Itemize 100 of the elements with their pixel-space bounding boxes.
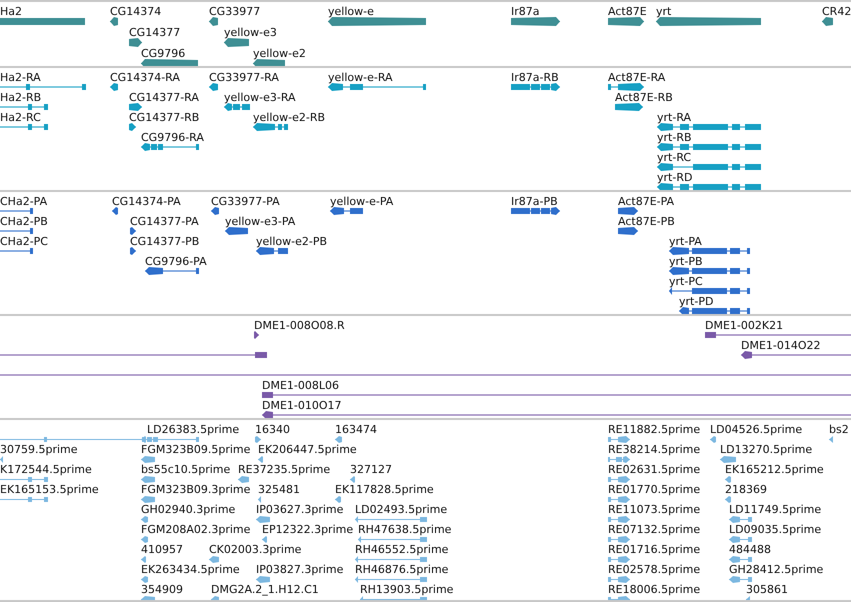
est-label: RE18006.5prime [608,583,700,596]
est-feature-drawing [0,476,48,482]
est-label: LD11749.5prime [729,503,822,516]
est-feature-drawing [335,496,341,502]
est-label: CK02003.3prime [209,543,302,556]
clone-label: DME1-008L06 [262,379,339,392]
est-feature-drawing [355,556,427,562]
gene-label: CG9796 [141,47,186,60]
protein-feature-drawing [130,227,136,235]
est-feature-drawing [335,436,342,442]
gene-label: yellow-e [328,5,374,18]
est-label: RE01716.5prime [608,543,700,556]
est-label: GH02940.3prime [141,503,236,516]
gene-label: yrt [656,5,672,18]
est-label: 354909 [141,583,183,596]
transcript-label: Act87E-RA [608,71,666,84]
protein-feature-drawing [679,307,750,314]
transcript-feature-drawing [253,123,288,131]
protein-feature-drawing [112,207,118,215]
est-feature-drawing [141,516,148,522]
est-label: 325481 [258,483,300,496]
gene-feature-drawing [141,58,198,66]
est-feature-drawing [608,556,630,562]
transcript-label: yrt-RA [657,111,692,124]
transcript-feature-drawing [511,83,560,91]
est-label: EK263434.5prime [141,563,240,576]
transcript-label: Ha2-RA [0,71,41,84]
est-label: K172544.5prime [0,463,92,476]
transcript-label: yrt-RB [657,131,692,144]
est-feature-drawing [608,496,630,502]
gene-feature-drawing [224,38,249,46]
transcript-label: yellow-e3-RA [224,91,296,104]
est-label: EK206447.5prime [258,443,357,456]
est-label: GH28412.5prime [729,563,824,576]
transcript-feature-drawing [129,103,142,111]
est-label: RE02578.5prime [608,563,700,576]
protein-feature-drawing [0,247,33,255]
est-label: EP12322.3prime [262,523,354,536]
est-label: RH46876.5prime [355,563,448,576]
est-label: RE02631.5prime [608,463,700,476]
gene-label: Act87E [608,5,647,18]
est-feature-drawing [141,576,148,582]
protein-label: CG33977-PA [211,195,280,208]
est-feature-drawing [608,476,630,482]
est-feature-drawing [238,476,249,482]
est-feature-drawing [725,476,731,482]
protein-label: Act87E-PA [618,195,674,208]
protein-feature-drawing [511,207,560,215]
est-label: RE01770.5prime [608,483,700,496]
est-feature-drawing [350,476,355,482]
protein-label: CG14377-PA [130,215,199,228]
transcript-feature-drawing [110,83,118,91]
transcript-feature-drawing [141,143,199,151]
protein-label: yrt-PC [669,275,703,288]
est-label: 484488 [729,543,771,556]
est-feature-drawing [725,496,731,502]
est-label: FGM208A02.3prime [141,523,250,536]
transcript-label: Ir87a-RB [511,71,559,84]
gene-feature-drawing [822,16,833,26]
gene-label: CG14374 [110,5,162,18]
protein-label: yrt-PA [669,235,702,248]
protein-feature-drawing [225,227,248,235]
gene-label: yellow-e2 [253,47,306,60]
transcript-label: Ha2-RC [0,111,41,124]
est-label: RE37235.5prime [238,463,330,476]
est-feature-drawing [608,436,630,442]
protein-label: CG9796-PA [145,255,207,268]
est-label: 16340 [255,423,290,436]
protein-label: Act87E-PB [618,215,675,228]
transcript-label: yrt-RD [657,171,692,184]
transcript-feature-drawing [0,123,48,131]
gene-label: CR42 [822,5,851,18]
est-label: RH13903.5prime [360,583,454,596]
protein-feature-drawing [330,207,363,215]
est-label: bs2 [829,423,849,436]
protein-feature-drawing [0,227,33,235]
est-label: FGM323B09.5prime [141,443,250,456]
protein-label: CG14377-PB [130,235,200,248]
gene-feature-drawing [511,16,560,26]
transcript-feature-drawing [209,83,218,91]
est-label: DMG2A.2_1.H12.C1 [211,583,319,596]
gene-label: Ha2 [0,5,22,18]
est-feature-drawing [608,516,630,522]
est-label: 327127 [350,463,392,476]
transcript-label: CG33977-RA [209,71,279,84]
transcript-label: yrt-RC [657,151,692,164]
est-feature-drawing [255,436,261,442]
est-feature-drawing [141,496,155,502]
est-feature-drawing [729,556,752,562]
transcript-label: yellow-e-RA [328,71,393,84]
gene-label: Ir87a [511,5,540,18]
protein-label: yellow-e2-PB [256,235,328,248]
est-feature-drawing [262,536,267,542]
est-feature-drawing [209,556,219,562]
est-label: EK165153.5prime [0,483,99,496]
protein-feature-drawing [618,227,638,235]
clone-label: DME1-014O22 [741,339,821,352]
transcript-label: Ha2-RB [0,91,42,104]
est-label: 305861 [746,583,788,596]
transcript-feature-drawing [0,103,48,111]
